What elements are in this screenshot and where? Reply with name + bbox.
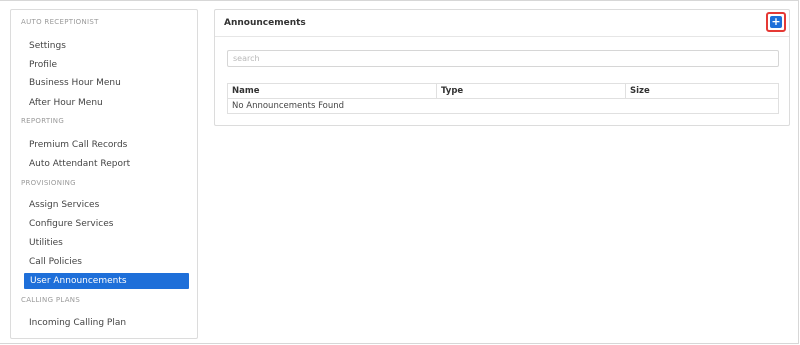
section-header-auto-receptionist: AUTO RECEPTIONIST xyxy=(21,18,99,26)
add-announcement-button[interactable]: + xyxy=(770,16,782,28)
section-header-reporting: REPORTING xyxy=(21,117,65,125)
sidebar-item-assign-services[interactable]: Assign Services xyxy=(29,200,99,210)
sidebar-item-auto-attendant-report[interactable]: Auto Attendant Report xyxy=(29,159,130,169)
sidebar-item-premium-call-records[interactable]: Premium Call Records xyxy=(29,140,127,150)
table-row: No Announcements Found xyxy=(227,98,779,114)
sidebar-item-configure-services[interactable]: Configure Services xyxy=(29,219,113,229)
sidebar-item-utilities[interactable]: Utilities xyxy=(29,238,63,248)
sidebar-item-business-hour-menu[interactable]: Business Hour Menu xyxy=(29,78,121,88)
column-header-name[interactable]: Name xyxy=(227,83,437,99)
sidebar-item-user-announcements[interactable]: User Announcements xyxy=(24,273,189,289)
empty-table-message: No Announcements Found xyxy=(227,98,779,114)
plus-icon: + xyxy=(771,15,781,28)
sidebar-item-after-hour-menu[interactable]: After Hour Menu xyxy=(29,98,103,108)
sidebar-item-incoming-calling-plan[interactable]: Incoming Calling Plan xyxy=(29,318,126,328)
panel-header: Announcements + xyxy=(215,10,789,37)
sidebar: AUTO RECEPTIONIST Settings Profile Busin… xyxy=(10,9,198,339)
column-header-type[interactable]: Type xyxy=(436,83,626,99)
sidebar-item-settings[interactable]: Settings xyxy=(29,41,66,51)
announcements-table: Name Type Size No Announcements Found xyxy=(227,83,779,114)
add-button-highlight: + xyxy=(766,12,786,32)
search-input[interactable] xyxy=(227,50,779,67)
panel-title: Announcements xyxy=(224,18,306,28)
column-header-size[interactable]: Size xyxy=(625,83,779,99)
table-header-row: Name Type Size xyxy=(227,83,779,99)
section-header-calling-plans: CALLING PLANS xyxy=(21,296,81,304)
sidebar-item-profile[interactable]: Profile xyxy=(29,60,57,70)
announcements-panel: Announcements + Name Type Size No Announ… xyxy=(214,9,790,126)
sidebar-item-call-policies[interactable]: Call Policies xyxy=(29,257,82,267)
section-header-provisioning: PROVISIONING xyxy=(21,179,76,187)
